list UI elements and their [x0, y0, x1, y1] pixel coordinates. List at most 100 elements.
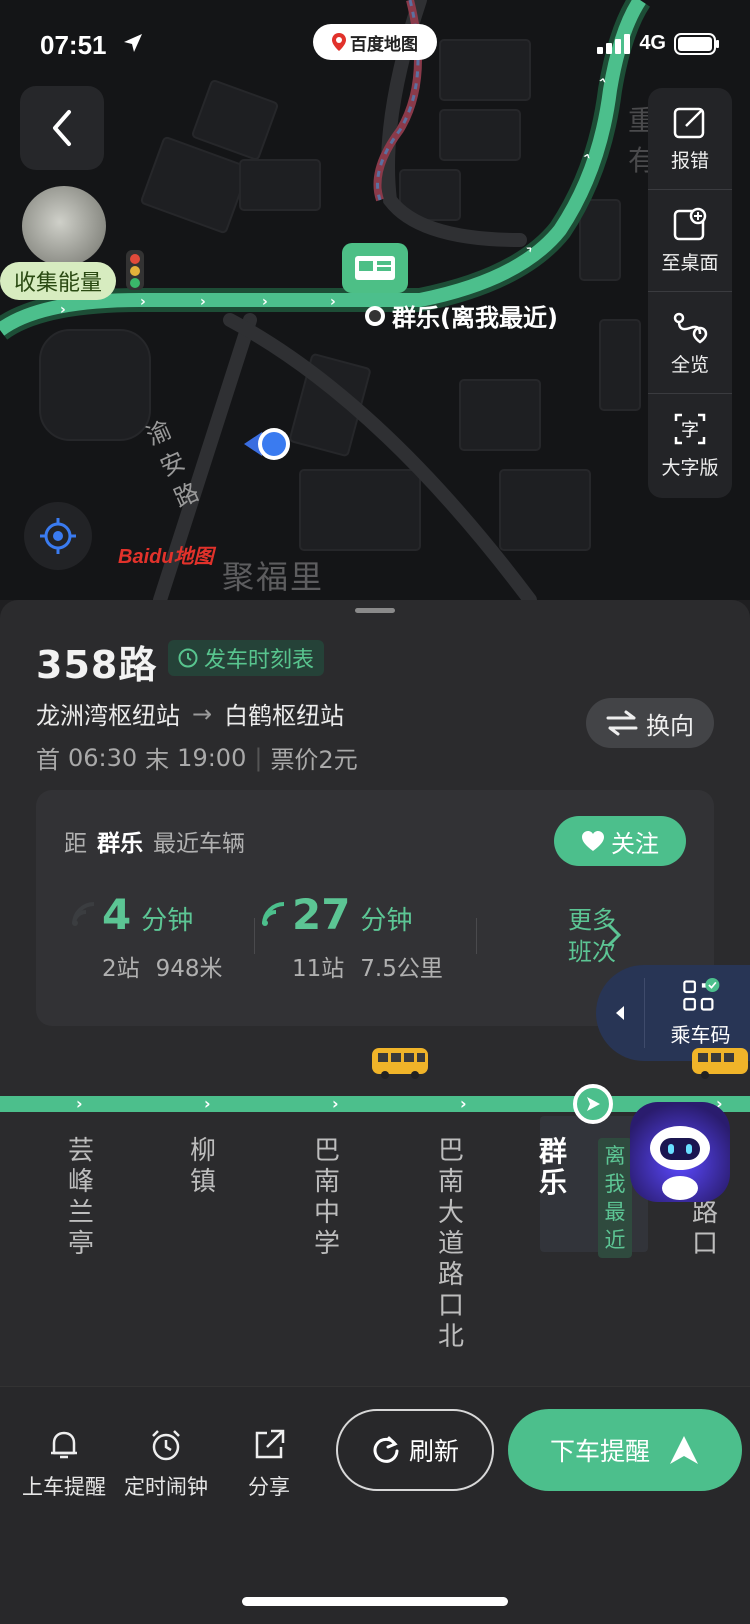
alight-reminder-button[interactable]: 下车提醒 [508, 1409, 742, 1491]
stop-name-char: 南 [313, 1167, 340, 1197]
direction-chevron-icon: › [204, 1094, 211, 1113]
refresh-label: 刷新 [408, 1437, 459, 1466]
direction-chevron-icon: › [76, 1094, 83, 1113]
share-button[interactable]: 分享 [248, 1427, 290, 1501]
alight-reminder-label: 下车提醒 [549, 1437, 650, 1466]
service-times: 首 06:30 末 19:00 | 票价2元 [36, 740, 358, 775]
eta-unit: 分钟 [360, 906, 413, 936]
refresh-button[interactable]: 刷新 [336, 1409, 494, 1491]
assistant-robot-icon[interactable] [630, 1102, 730, 1202]
alarm-clock-icon [152, 1430, 180, 1461]
follow-button[interactable]: 关注 [554, 816, 686, 866]
divider: | [254, 743, 263, 772]
network-type: 4G [639, 32, 666, 54]
eta-bus-2[interactable]: 27 分钟 11站 7.5公里 [262, 890, 443, 983]
eta-distance: 948米 [155, 956, 223, 982]
nearest-tag-char: 我 [604, 1172, 626, 1196]
stop-name[interactable]: 巴南大道路口北 [436, 1136, 466, 1353]
stop-name-char: 口 [437, 1291, 464, 1321]
timetable-button[interactable]: 发车时刻表 [168, 640, 325, 676]
bottom-action-bar: 上车提醒 定时闹钟 分享 刷新 下车提醒 [0, 1386, 750, 1624]
board-reminder-button[interactable]: 上车提醒 [22, 1427, 106, 1501]
chevron-right-icon [607, 923, 622, 947]
collect-energy-badge[interactable]: 收集能量 [0, 262, 117, 300]
stop-name[interactable]: 群乐 [538, 1136, 568, 1198]
back-button[interactable] [20, 86, 104, 170]
route-terminals: 龙洲湾枢纽站 → 白鹤枢纽站 [36, 696, 344, 731]
eta-bus-1[interactable]: 4 分钟 2站 948米 [72, 890, 223, 983]
board-reminder-label: 上车提醒 [22, 1475, 106, 1499]
side-item-label: 报错 [670, 150, 709, 172]
divider [476, 918, 477, 954]
destination-terminal: 白鹤枢纽站 [224, 702, 345, 730]
last-time: 19:00 [177, 743, 247, 772]
follow-label: 关注 [611, 829, 659, 858]
clock-icon [178, 648, 198, 668]
nearest-stop-tag: 离我最近 [598, 1138, 632, 1258]
stop-name-char: 亭 [67, 1229, 94, 1259]
large-text-icon: 字 [674, 413, 706, 444]
svg-text:›: › [60, 302, 66, 318]
stop-name[interactable]: 柳镇 [188, 1136, 218, 1198]
share-label: 分享 [248, 1475, 290, 1499]
app-pill-label: 百度地图 [350, 34, 418, 55]
nearest-stop-name: 群乐 [97, 831, 143, 857]
swap-direction-button[interactable]: 换向 [586, 698, 714, 748]
status-right: 4G [597, 32, 720, 55]
signal-icon [597, 33, 631, 54]
home-indicator[interactable] [242, 1597, 508, 1606]
route-name: 358路 [36, 643, 158, 687]
stop-name-char: 道 [437, 1229, 464, 1259]
side-item-label: 大字版 [661, 456, 719, 479]
stop-name-char: 大 [437, 1198, 464, 1228]
stop-name-char: 学 [313, 1229, 340, 1259]
arrow-right-icon: → [192, 699, 213, 728]
alarm-label: 定时闹钟 [124, 1475, 208, 1499]
eta-unit: 分钟 [141, 906, 194, 936]
ride-code-label: 乘车码 [670, 1023, 731, 1047]
route-overview-icon [673, 312, 708, 344]
fare: 票价2元 [270, 746, 358, 774]
bus-stop-marker-icon[interactable] [342, 243, 408, 293]
map-side-panel: 报错 至桌面 全览 字 大字版 [648, 88, 732, 498]
status-time: 07:51 [40, 30, 107, 60]
eta-stops: 2站 [102, 956, 140, 982]
chevron-left-icon [53, 110, 71, 146]
add-to-desktop-button[interactable]: 至桌面 [648, 190, 732, 292]
origin-terminal: 龙洲湾枢纽站 [36, 702, 180, 730]
sheet-handle[interactable] [355, 608, 395, 613]
stop-name-char: 芸 [67, 1136, 94, 1166]
alarm-button[interactable]: 定时闹钟 [124, 1427, 208, 1501]
report-error-button[interactable]: 报错 [648, 88, 732, 190]
app-switch-pill[interactable]: 百度地图 [313, 24, 437, 60]
svg-text:›: › [140, 294, 146, 310]
nearest-tag-char: 近 [604, 1228, 626, 1252]
stop-name-char: 群 [538, 1135, 567, 1168]
location-arrow-icon [124, 34, 142, 52]
realtime-signal-icon [72, 902, 95, 926]
side-item-label: 全览 [670, 354, 709, 376]
locate-me-button[interactable] [24, 502, 92, 570]
eta-stops: 11站 [292, 956, 345, 982]
area-name-label: 聚福里 [222, 558, 325, 596]
stop-name-char: 中 [313, 1198, 340, 1228]
stop-name-char: 口 [691, 1229, 718, 1259]
bus-icon[interactable] [690, 1046, 750, 1080]
stop-name-char: 柳 [189, 1136, 216, 1166]
map-view[interactable]: › › › › › › › › 重 有 07:51 4G 百度地图 收集能量 群… [0, 0, 750, 600]
map-stop-label[interactable]: 群乐(离我最近) [364, 298, 558, 333]
large-text-button[interactable]: 字 大字版 [648, 394, 732, 496]
last-label: 末 [145, 746, 170, 774]
stop-name[interactable]: 巴南中学 [312, 1136, 342, 1260]
navigation-arrow-icon [670, 1436, 698, 1464]
svg-text:›: › [200, 294, 206, 310]
divider [254, 918, 255, 954]
eta-minutes: 27 [292, 890, 351, 939]
eta-distance: 7.5公里 [360, 956, 443, 982]
energy-mascot[interactable] [22, 186, 106, 266]
overview-button[interactable]: 全览 [648, 292, 732, 394]
bell-icon [51, 1431, 77, 1459]
bus-icon[interactable] [370, 1046, 430, 1080]
collapse-left-icon [616, 1006, 624, 1020]
stop-name[interactable]: 芸峰兰亭 [66, 1136, 96, 1260]
